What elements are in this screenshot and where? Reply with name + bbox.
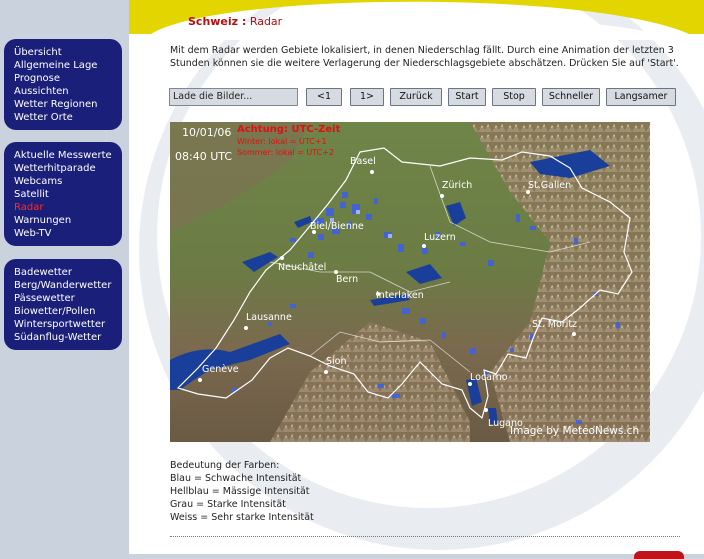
nav-group-general: Übersicht Allgemeine Lage Prognose Aussi… [4,39,122,130]
city-label: Interlaken [376,290,424,301]
footer-decoration [634,551,684,559]
sidebar: Übersicht Allgemeine Lage Prognose Aussi… [0,0,130,554]
breadcrumb: Schweiz : Radar [188,15,282,28]
slower-button[interactable]: Langsamer [606,88,676,106]
utc-winter-note: Winter: lokal = UTC+1 [237,137,327,146]
back-button[interactable]: Zurück [390,88,442,106]
city-label: Luzern [424,232,456,243]
start-button[interactable]: Start [448,88,486,106]
legend-item: Weiss = Sehr starke Intensität [170,512,314,523]
loading-status-field: Lade die Bilder... [169,88,298,106]
city-label: Sion [326,356,347,367]
sidebar-item-wetter-regionen[interactable]: Wetter Regionen [4,98,122,111]
sidebar-item-aussichten[interactable]: Aussichten [4,85,122,98]
legend-title: Bedeutung der Farben: [170,460,280,471]
sidebar-item-webcams[interactable]: Webcams [4,175,122,188]
nav-group-special: Badewetter Berg/Wanderwetter Pässewetter… [4,259,122,350]
prev-frame-button[interactable]: <1 [306,88,342,106]
sidebar-item-wetterhitparade[interactable]: Wetterhitparade [4,162,122,175]
divider [170,536,680,537]
city-label: Biel/Bienne [310,221,364,232]
sidebar-item-radar[interactable]: Radar [4,201,122,214]
city-label: Basel [350,156,376,167]
city-label: St.Gallen [528,180,571,191]
city-label: Genève [202,364,239,375]
legend-item: Grau = Starke Intensität [170,499,286,510]
breadcrumb-page: Radar [249,15,283,28]
sidebar-item-warnungen[interactable]: Warnungen [4,214,122,227]
stop-button[interactable]: Stop [492,88,536,106]
sidebar-item-prognose[interactable]: Prognose [4,72,122,85]
intro-text: Mit dem Radar werden Gebiete lokalisiert… [170,45,679,69]
sidebar-item-wetter-orte[interactable]: Wetter Orte [4,111,122,124]
legend-item: Hellblau = Mässige Intensität [170,486,310,497]
sidebar-item-biowetter-pollen[interactable]: Biowetter/Pollen [4,305,122,318]
sidebar-item-allgemeine-lage[interactable]: Allgemeine Lage [4,59,122,72]
city-label: Bern [336,274,358,285]
city-label: Lausanne [246,312,292,323]
utc-summer-note: Sommer: lokal = UTC+2 [237,148,334,157]
utc-warning-title: Achtung: UTC-Zeit [237,124,341,135]
city-label: St. Moritz [532,319,577,330]
next-frame-button[interactable]: 1> [350,88,384,106]
breadcrumb-section[interactable]: Schweiz : [188,15,246,28]
nav-group-current: Aktuelle Messwerte Wetterhitparade Webca… [4,142,122,246]
faster-button[interactable]: Schneller [542,88,600,106]
radar-image: Basel Zürich St.Gallen Biel/Bienne Luzer… [170,122,650,442]
sidebar-item-aktuelle-messwerte[interactable]: Aktuelle Messwerte [4,149,122,162]
sidebar-item-web-tv[interactable]: Web-TV [4,227,122,240]
radar-date: 10/01/06 [182,126,231,139]
city-label: Locarno [470,372,508,383]
sidebar-item-berg-wanderwetter[interactable]: Berg/Wanderwetter [4,279,122,292]
color-legend: Bedeutung der Farben: Blau = Schwache In… [170,459,314,524]
radar-time: 08:40 UTC [175,150,232,163]
city-label: Zürich [442,180,472,191]
sidebar-item-sudanflug-wetter[interactable]: Südanflug-Wetter [4,331,122,344]
sidebar-item-ubersicht[interactable]: Übersicht [4,46,122,59]
sidebar-item-wintersportwetter[interactable]: Wintersportwetter [4,318,122,331]
city-label: Neuchâtel [278,262,326,273]
image-credit: Image by MeteoNews.ch [510,425,639,437]
main-content: Schweiz : Radar Mit dem Radar werden Geb… [129,0,704,559]
sidebar-item-satellit[interactable]: Satellit [4,188,122,201]
sidebar-item-passewetter[interactable]: Pässewetter [4,292,122,305]
legend-item: Blau = Schwache Intensität [170,473,302,484]
sidebar-item-badewetter[interactable]: Badewetter [4,266,122,279]
